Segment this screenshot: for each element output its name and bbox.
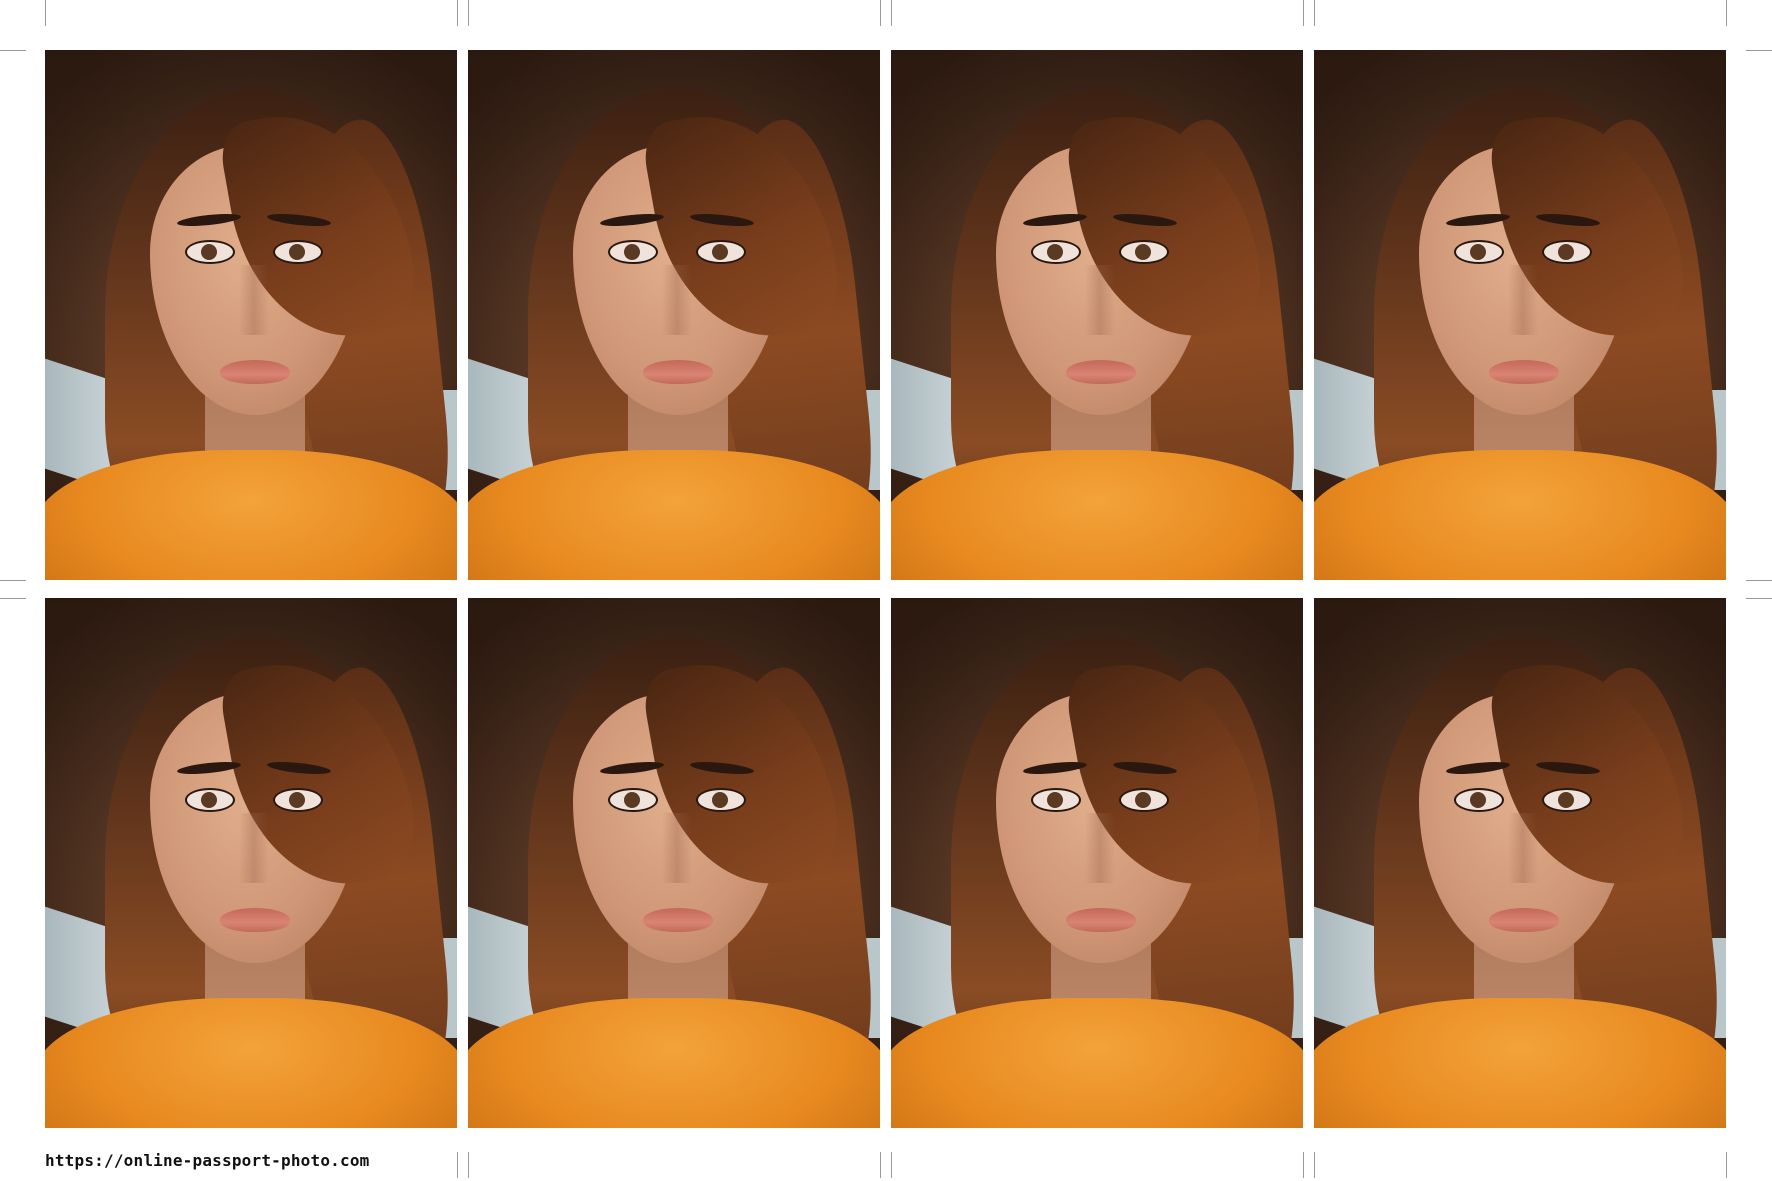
- crop-mark: [891, 1152, 892, 1178]
- passport-photo-4: [1314, 50, 1726, 580]
- crop-mark: [0, 50, 26, 51]
- crop-mark: [880, 0, 881, 26]
- crop-mark: [1746, 580, 1772, 581]
- crop-mark: [1746, 50, 1772, 51]
- passport-photo-sheet: https://online-passport-photo.com: [0, 0, 1772, 1181]
- passport-photo-7: [891, 598, 1303, 1128]
- crop-mark: [0, 580, 26, 581]
- passport-photo-8: [1314, 598, 1726, 1128]
- crop-mark: [1303, 0, 1304, 26]
- crop-mark: [45, 0, 46, 26]
- crop-mark: [880, 1152, 881, 1178]
- crop-mark: [468, 0, 469, 26]
- crop-mark: [1303, 1152, 1304, 1178]
- crop-mark: [891, 0, 892, 26]
- crop-mark: [468, 1152, 469, 1178]
- site-url-label: https://online-passport-photo.com: [45, 1151, 370, 1170]
- crop-mark: [457, 0, 458, 26]
- crop-mark: [1314, 0, 1315, 26]
- passport-photo-3: [891, 50, 1303, 580]
- passport-photo-1: [45, 50, 457, 580]
- crop-mark: [1746, 598, 1772, 599]
- crop-mark: [0, 598, 26, 599]
- crop-mark: [457, 1152, 458, 1178]
- passport-photo-2: [468, 50, 880, 580]
- crop-mark: [1726, 0, 1727, 26]
- crop-mark: [1314, 1152, 1315, 1178]
- crop-mark: [1726, 1152, 1727, 1178]
- passport-photo-6: [468, 598, 880, 1128]
- passport-photo-5: [45, 598, 457, 1128]
